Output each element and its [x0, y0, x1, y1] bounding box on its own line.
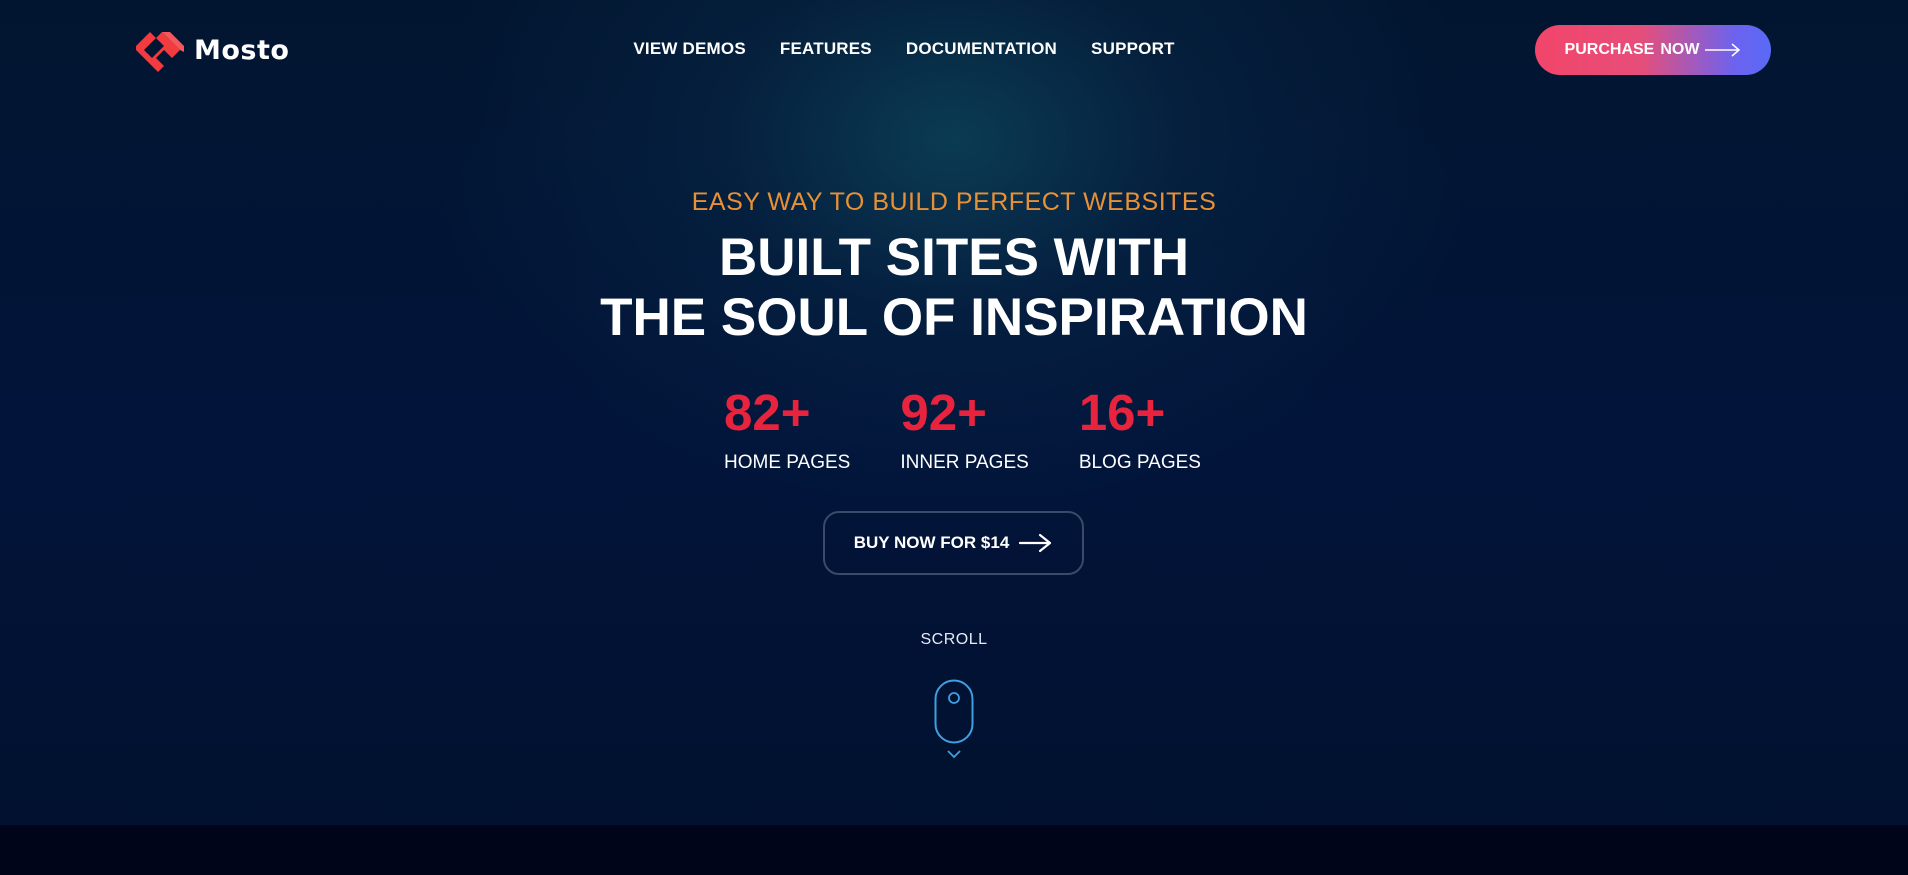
stat-value: 92+: [900, 384, 987, 441]
buy-button-label: BUY NOW FOR $14: [853, 533, 1010, 552]
scroll-indicator[interactable]: [934, 679, 974, 765]
stat-home-pages: 82+ HOME PAGES: [724, 384, 850, 474]
headline-line-1: BUILT SITES WITH: [718, 228, 1190, 287]
hero-section: Mosto VIEW DEMOS FEATURES DOCUMENTATION …: [0, 0, 1908, 825]
stat-blog-pages: 16+ BLOG PAGES: [1079, 384, 1201, 474]
hero-headline: BUILT SITES WITH THE SOUL OF INSPIRATION: [0, 228, 1908, 348]
purchase-now-button[interactable]: PURCHASE NOW: [1535, 25, 1771, 75]
arrow-right-icon: [1019, 533, 1052, 553]
nav-item-support[interactable]: SUPPORT: [1091, 39, 1175, 59]
purchase-button-label: PURCHASE: [1564, 41, 1655, 58]
chevron-down-icon: [947, 750, 961, 759]
stat-inner-pages: 92+ INNER PAGES: [900, 384, 1028, 474]
mouse-icon: [934, 679, 974, 759]
nav-item-documentation[interactable]: DOCUMENTATION: [906, 39, 1057, 59]
purchase-button-label-now: NOW: [1660, 41, 1700, 58]
stat-value: 16+: [1078, 384, 1166, 441]
headline-line-2: THE SOUL OF INSPIRATION: [600, 288, 1308, 347]
buy-now-button[interactable]: BUY NOW FOR $14: [823, 511, 1084, 575]
stat-label: INNER PAGES: [900, 452, 1029, 473]
arrow-right-icon: [1705, 43, 1741, 57]
stat-label: BLOG PAGES: [1078, 452, 1201, 473]
scroll-label: SCROLL: [920, 631, 988, 648]
stat-value: 82+: [724, 384, 811, 441]
nav-item-view-demos[interactable]: VIEW DEMOS: [633, 39, 746, 59]
next-section-band: [0, 825, 1908, 875]
nav-item-features[interactable]: FEATURES: [780, 39, 872, 59]
hero-eyebrow: EASY WAY TO BUILD PERFECT WEBSITES: [691, 188, 1217, 216]
stats-row: 82+ HOME PAGES 92+ INNER PAGES 16+ BLOG …: [724, 384, 1201, 474]
stat-label: HOME PAGES: [724, 452, 851, 473]
